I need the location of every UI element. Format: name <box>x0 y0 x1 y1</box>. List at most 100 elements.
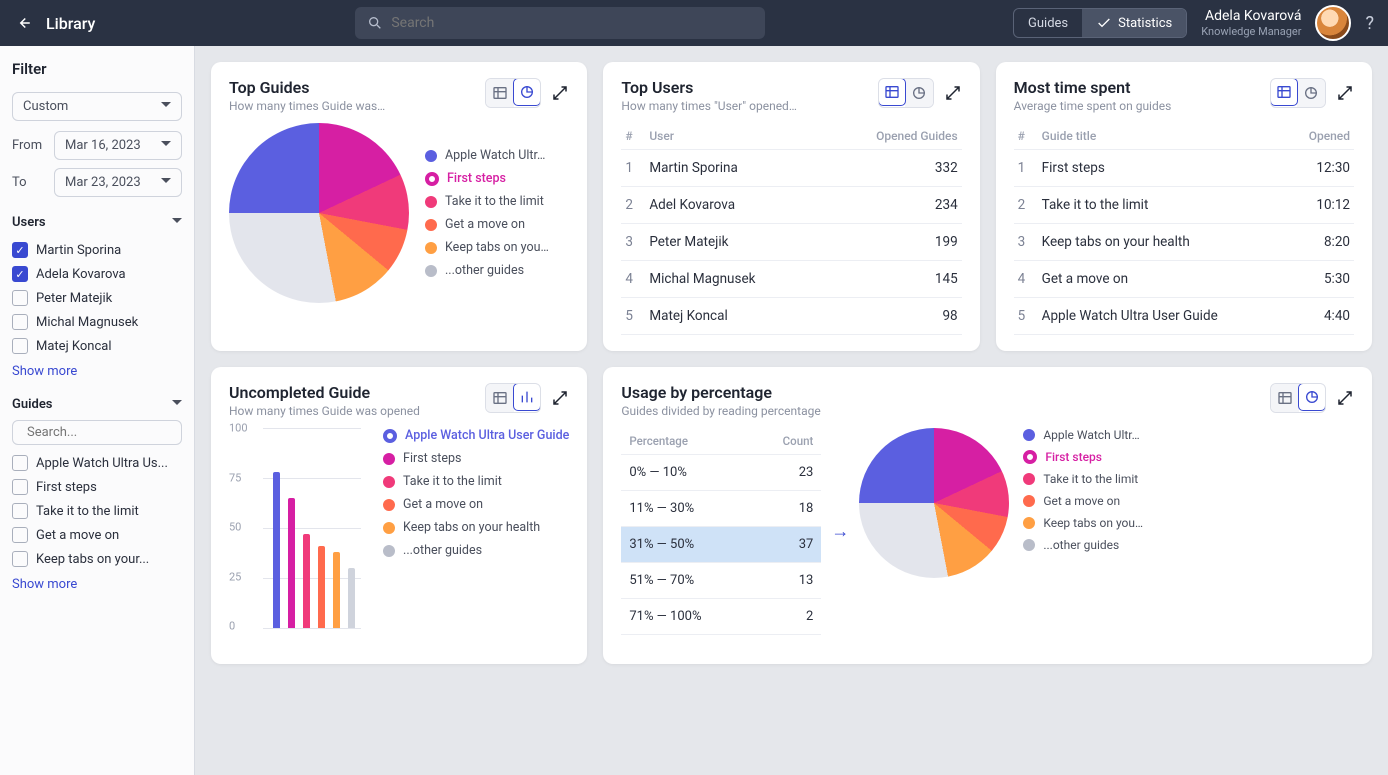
guides-search-box[interactable] <box>12 420 182 445</box>
tab-statistics[interactable]: Statistics <box>1082 9 1186 37</box>
bar[interactable] <box>348 568 355 628</box>
pie-view-button[interactable] <box>1297 79 1325 107</box>
table-row[interactable]: 5Apple Watch Ultra User Guide4:40 <box>1014 298 1354 335</box>
bar-view-button[interactable] <box>513 383 541 411</box>
legend-label: Get a move on <box>1043 494 1120 508</box>
table-row[interactable]: 1Martin Sporina332 <box>621 150 961 187</box>
card-subtitle: How many times Guide was opened <box>229 404 420 418</box>
back-button[interactable] <box>14 14 32 32</box>
legend-item[interactable]: Get a move on <box>1023 494 1143 508</box>
table-row[interactable]: 1First steps12:30 <box>1014 150 1354 187</box>
legend-item[interactable]: Take it to the limit <box>383 474 569 489</box>
table-view-button[interactable] <box>486 384 514 412</box>
bar[interactable] <box>273 472 280 628</box>
table-row[interactable]: 4Michal Magnusek145 <box>621 261 961 298</box>
checkbox-label: Adela Kovarova <box>36 267 126 282</box>
table-row[interactable]: 4Get a move on5:30 <box>1014 261 1354 298</box>
user-checkbox[interactable]: Michal Magnusek <box>12 310 182 334</box>
table-view-button[interactable] <box>878 78 906 106</box>
guide-checkbox[interactable]: Apple Watch Ultra Us... <box>12 451 182 475</box>
date-range-select[interactable]: Custom <box>12 92 182 121</box>
guide-checkbox[interactable]: First steps <box>12 475 182 499</box>
legend-item[interactable]: Apple Watch Ultr… <box>1023 428 1143 442</box>
table-row[interactable]: 31% — 50%37 <box>621 527 821 563</box>
checkbox-label: First steps <box>36 480 97 495</box>
tab-guides[interactable]: Guides <box>1014 9 1082 37</box>
table-row[interactable]: 3Peter Matejik199 <box>621 224 961 261</box>
legend-dot-icon <box>383 429 397 443</box>
users-section-toggle[interactable]: Users <box>12 215 182 230</box>
legend-item[interactable]: First steps <box>1023 450 1143 464</box>
bar[interactable] <box>318 546 325 628</box>
legend-item[interactable]: Keep tabs on you… <box>1023 516 1143 530</box>
pie-view-button[interactable] <box>905 79 933 107</box>
checkbox-label: Michal Magnusek <box>36 315 138 330</box>
guides-section-toggle[interactable]: Guides <box>12 397 182 412</box>
to-date-select[interactable]: Mar 23, 2023 <box>54 168 182 197</box>
avatar[interactable] <box>1315 5 1351 41</box>
chevron-down-icon <box>161 175 171 190</box>
table-row[interactable]: 5Matej Koncal98 <box>621 298 961 335</box>
table-row[interactable]: 0% — 10%23 <box>621 455 821 491</box>
legend-item[interactable]: ...other guides <box>1023 538 1143 552</box>
legend-item[interactable]: First steps <box>425 171 549 186</box>
table-row[interactable]: 2Adel Kovarova234 <box>621 187 961 224</box>
table-view-button[interactable] <box>1271 384 1299 412</box>
legend-item[interactable]: Get a move on <box>425 217 549 232</box>
user-checkbox[interactable]: Adela Kovarova <box>12 262 182 286</box>
table-row[interactable]: 71% — 100%2 <box>621 599 821 635</box>
user-block[interactable]: Adela Kovarová Knowledge Manager <box>1201 8 1301 38</box>
bar[interactable] <box>303 534 310 628</box>
guide-checkbox[interactable]: Keep tabs on your... <box>12 547 182 571</box>
expand-icon[interactable] <box>551 84 569 102</box>
table-view-button[interactable] <box>1270 78 1298 106</box>
checkbox-label: Apple Watch Ultra Us... <box>36 456 168 471</box>
col-user: User <box>645 123 822 150</box>
table-row[interactable]: 3Keep tabs on your health8:20 <box>1014 224 1354 261</box>
legend-item[interactable]: Take it to the limit <box>1023 472 1143 486</box>
bar[interactable] <box>288 498 295 628</box>
to-date-value: Mar 23, 2023 <box>65 175 141 190</box>
guides-show-more[interactable]: Show more <box>12 577 182 592</box>
table-row[interactable]: 2Take it to the limit10:12 <box>1014 187 1354 224</box>
legend-item[interactable]: ...other guides <box>383 543 569 558</box>
help-icon[interactable]: ? <box>1365 13 1374 34</box>
legend-label: Take it to the limit <box>1043 472 1138 486</box>
legend-label: Apple Watch Ultra User Guide <box>405 428 569 443</box>
top-guides-pie <box>229 123 409 303</box>
expand-icon[interactable] <box>1336 389 1354 407</box>
table-view-button[interactable] <box>486 79 514 107</box>
expand-icon[interactable] <box>551 389 569 407</box>
legend-item[interactable]: Keep tabs on you… <box>425 240 549 255</box>
user-checkbox[interactable]: Peter Matejik <box>12 286 182 310</box>
legend-item[interactable]: Keep tabs on your health <box>383 520 569 535</box>
guide-checkbox[interactable]: Take it to the limit <box>12 499 182 523</box>
pie-view-button[interactable] <box>513 78 541 106</box>
user-checkbox[interactable]: Martin Sporina <box>12 238 182 262</box>
legend-item[interactable]: Get a move on <box>383 497 569 512</box>
date-range-label: Custom <box>23 99 68 114</box>
legend-item[interactable]: Apple Watch Ultr… <box>425 148 549 163</box>
view-segment: Guides Statistics <box>1013 8 1187 38</box>
from-label: From <box>12 138 46 153</box>
user-checkbox[interactable]: Matej Koncal <box>12 334 182 358</box>
legend-label: ...other guides <box>445 263 524 278</box>
table-row[interactable]: 11% — 30%18 <box>621 491 821 527</box>
expand-icon[interactable] <box>1336 84 1354 102</box>
card-title: Top Guides <box>229 78 385 97</box>
legend-item[interactable]: Take it to the limit <box>425 194 549 209</box>
bar[interactable] <box>333 552 340 628</box>
from-date-select[interactable]: Mar 16, 2023 <box>54 131 182 160</box>
search-input[interactable] <box>391 15 753 31</box>
table-row[interactable]: 51% — 70%13 <box>621 563 821 599</box>
legend-item[interactable]: Apple Watch Ultra User Guide <box>383 428 569 443</box>
legend-item[interactable]: ...other guides <box>425 263 549 278</box>
users-show-more[interactable]: Show more <box>12 364 182 379</box>
guide-checkbox[interactable]: Get a move on <box>12 523 182 547</box>
legend-item[interactable]: First steps <box>383 451 569 466</box>
col-guide: Guide title <box>1038 123 1288 150</box>
pie-view-button[interactable] <box>1298 383 1326 411</box>
expand-icon[interactable] <box>944 84 962 102</box>
guides-search-input[interactable] <box>27 425 193 440</box>
search-box[interactable] <box>355 7 765 39</box>
